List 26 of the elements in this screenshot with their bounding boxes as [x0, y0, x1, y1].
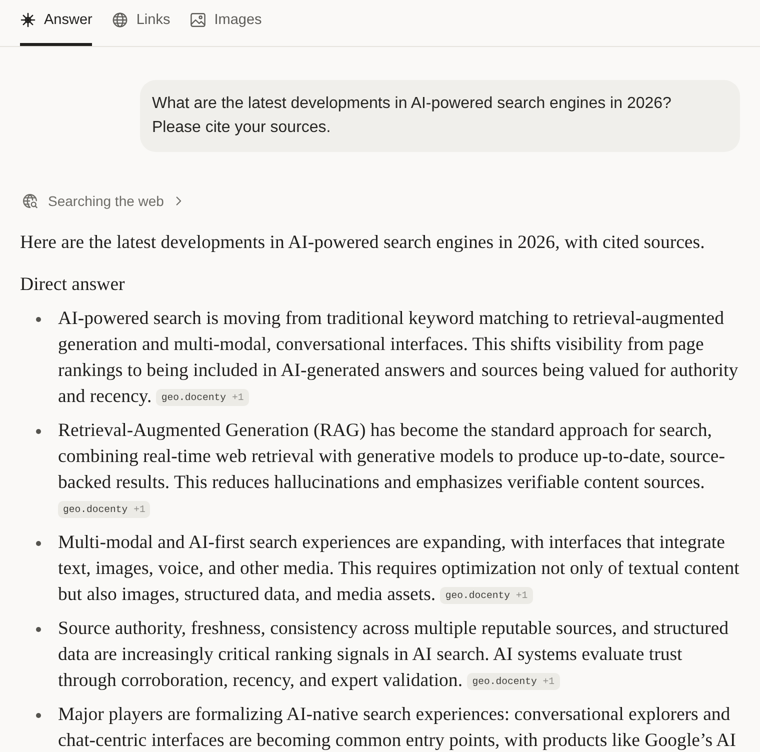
bullet-text: Source authority, freshness, consistency across multiple reputable sources, and structured data are increasingly critical ranking signals in AI search. AI systems evaluate trust through corroboration, recency, and expert validation. geo.docenty +1	[58, 617, 730, 693]
bullet-text: Multi-modal and AI-first search experiences are expanding, with interfaces that integrate text, images, voice, and other media. This requires optimization not only of textual content but also images, structured data, and media assets. geo.docenty +1	[58, 531, 740, 607]
citation-chip[interactable]: geo.docenty +1	[156, 389, 249, 406]
globe-search-icon	[22, 193, 38, 209]
bullet-icon	[36, 541, 41, 546]
globe-icon	[112, 12, 128, 28]
search-status-toggle[interactable]: Searching the web	[48, 191, 164, 211]
bullet-text: Retrieval-Augmented Generation (RAG) has become the standard approach for search, combining real-time web retrieval with generative models to produce up-to-date, source-backed results. This reduces hallucinations and emphasizes verifiable content sources. geo.docenty +1	[58, 418, 740, 522]
bullet-icon	[36, 317, 41, 322]
answer-intro: Here are the latest developments in AI-powered search engines in 2026, with cited sources.	[20, 231, 706, 255]
tab[interactable]: Images	[190, 0, 262, 46]
section-heading: Direct answer	[20, 273, 126, 297]
chevron-right-icon	[174, 196, 182, 206]
bullet-text: Major players are formalizing AI-native search experiences: conversational explorers and chat-centric interfaces are becoming common entry points, with products like Google’s AI	[58, 703, 738, 752]
bullet-icon	[36, 627, 41, 632]
bullet-text: AI-powered search is moving from traditional keyword matching to retrieval-augmented generation and multi-modal, conversational interfaces. This shifts visibility from page rankings to being included in AI-generated answers and sources being valued for authority and recency. geo.docenty +1	[58, 307, 740, 409]
citation-chip[interactable]: geo.docenty +1	[467, 673, 560, 690]
tab[interactable]: Answer	[20, 0, 92, 46]
burst-icon	[20, 12, 36, 28]
bullet-icon	[36, 713, 41, 718]
user-message: What are the latest developments in AI-powered search engines in 2026? Please cite your sources.	[140, 80, 740, 152]
citation-chip[interactable]: geo.docenty +1	[58, 501, 150, 518]
image-icon	[190, 12, 206, 28]
bullet-icon	[36, 429, 41, 434]
tab[interactable]: Links	[112, 0, 170, 46]
citation-chip[interactable]: geo.docenty +1	[440, 587, 533, 604]
